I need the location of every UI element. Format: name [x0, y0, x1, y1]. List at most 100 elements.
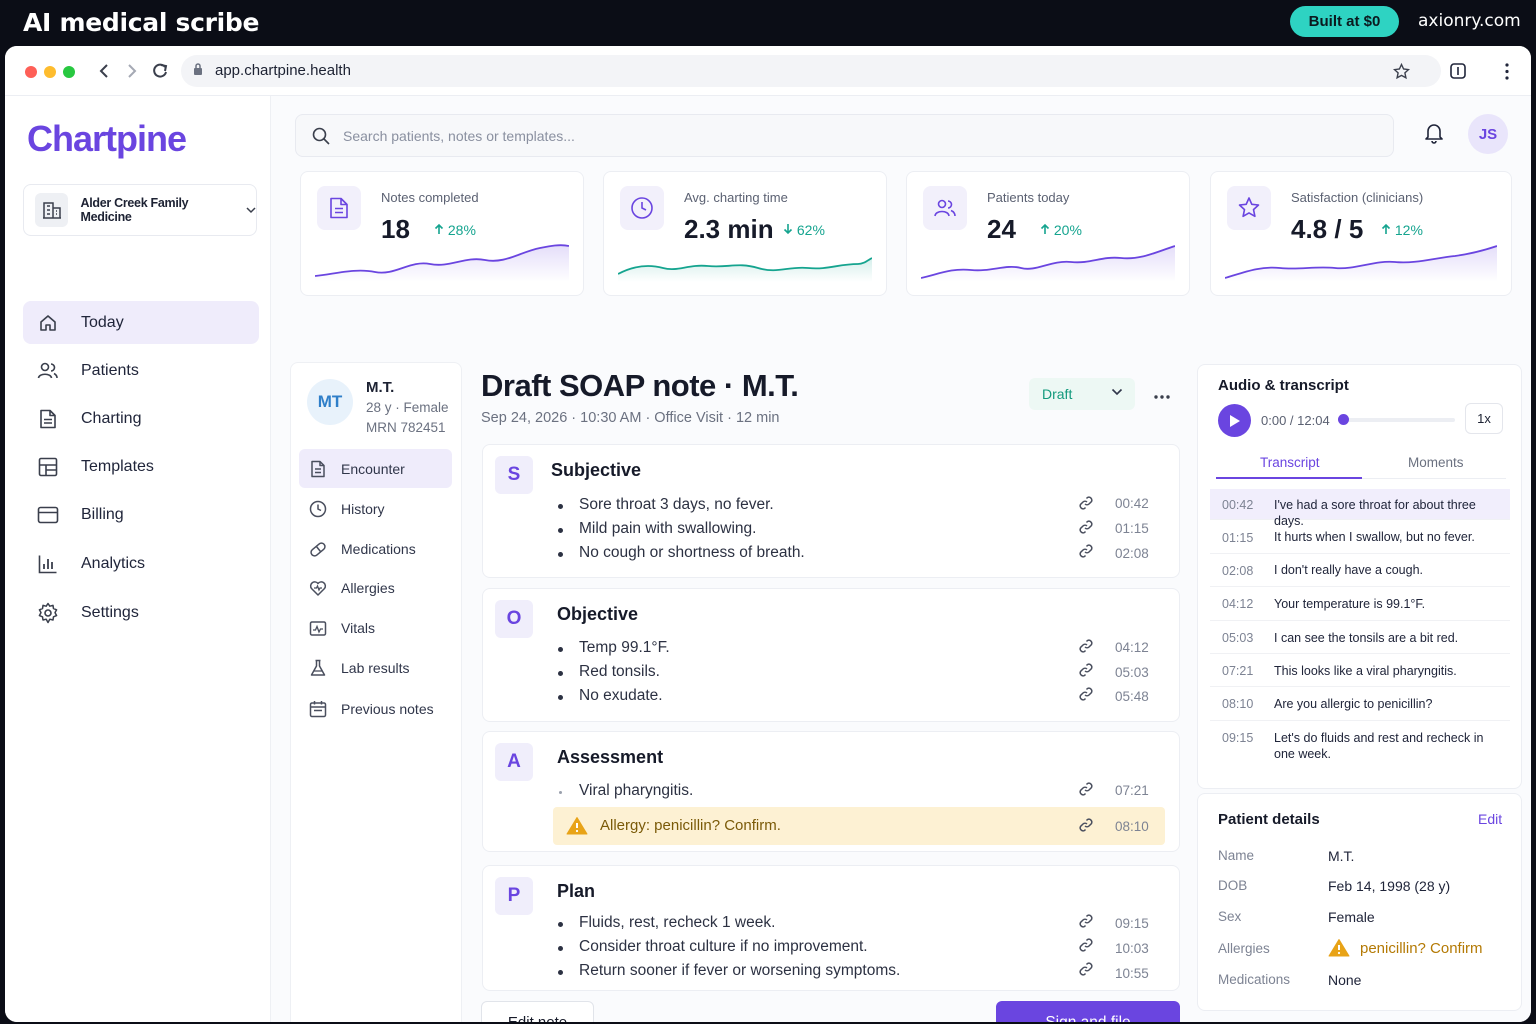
banner-domain[interactable]: axionry.com — [1418, 11, 1521, 31]
back-arrow-icon[interactable] — [97, 60, 111, 82]
nav-item-analytics[interactable]: Analytics — [23, 542, 259, 585]
transcript-row[interactable]: 07:21 This looks like a viral pharyngiti… — [1210, 654, 1510, 687]
patient-demographics: 28 y · Female — [366, 400, 449, 415]
search-input[interactable]: Search patients, notes or templates... — [295, 114, 1394, 157]
reload-icon[interactable] — [151, 60, 169, 82]
note-item[interactable]: Viral pharyngitis. — [558, 782, 693, 800]
note-item[interactable]: No exudate. — [558, 687, 663, 705]
transcript-row[interactable]: 01:15 It hurts when I swallow, but no fe… — [1210, 521, 1510, 554]
transcript-row[interactable]: 09:15 Let's do fluids and rest and reche… — [1210, 721, 1510, 771]
nav-item-today[interactable]: Today — [23, 301, 259, 344]
patient-nav-previous-notes[interactable]: Previous notes — [299, 689, 452, 728]
timestamp-link[interactable]: 01:15 — [1115, 521, 1149, 536]
note-item[interactable]: Sore throat 3 days, no fever. — [558, 496, 774, 514]
allergy-alert[interactable]: Allergy: penicillin? Confirm. 08:10 — [553, 807, 1165, 845]
nav-label: Analytics — [81, 554, 146, 572]
timestamp-link[interactable]: 10:03 — [1115, 941, 1149, 956]
link-icon[interactable] — [1078, 662, 1094, 678]
built-badge[interactable]: Built at $0 — [1290, 6, 1399, 37]
link-icon[interactable] — [1078, 781, 1094, 797]
link-icon[interactable] — [1078, 961, 1094, 977]
link-icon[interactable] — [1078, 913, 1094, 929]
note-item[interactable]: Mild pain with swallowing. — [557, 520, 756, 538]
arrow-up-icon — [1040, 223, 1050, 234]
play-button[interactable] — [1218, 404, 1251, 437]
more-options-icon[interactable] — [1153, 394, 1171, 400]
edit-details-link[interactable]: Edit — [1478, 811, 1502, 827]
nav-item-templates[interactable]: Templates — [23, 445, 259, 488]
timestamp-link[interactable]: 05:03 — [1115, 665, 1149, 680]
note-item[interactable]: Fluids, rest, recheck 1 week. — [557, 914, 775, 932]
stat-card-charting-time[interactable]: Avg. charting time 2.3 min 62% — [603, 171, 887, 296]
timestamp-link[interactable]: 10:55 — [1115, 966, 1149, 981]
link-icon[interactable] — [1078, 495, 1094, 511]
stat-change: 20% — [1040, 222, 1082, 238]
timestamp-link[interactable]: 09:15 — [1115, 916, 1149, 931]
timestamp-link[interactable]: 08:10 — [1115, 819, 1149, 834]
status-dropdown[interactable]: Draft — [1029, 378, 1135, 410]
audio-scrubber[interactable] — [1338, 414, 1349, 425]
transcript-row[interactable]: 02:08 I don't really have a cough. — [1210, 554, 1510, 587]
gear-icon — [37, 602, 59, 624]
note-item[interactable]: No cough or shortness of breath. — [558, 544, 805, 562]
transcript-row[interactable]: 08:10 Are you allergic to penicillin? — [1210, 687, 1510, 721]
edit-note-button[interactable]: Edit note — [481, 1001, 594, 1022]
soap-section-plan: P Plan Fluids, rest, recheck 1 week. Con… — [482, 865, 1180, 991]
browser-menu-icon[interactable] — [1504, 63, 1510, 80]
transcript-time: 00:42 — [1222, 498, 1254, 512]
link-icon[interactable] — [1078, 937, 1094, 953]
link-icon[interactable] — [1078, 638, 1094, 654]
nav-item-settings[interactable]: Settings — [23, 591, 259, 634]
stat-label: Notes completed — [381, 190, 479, 205]
forward-arrow-icon[interactable] — [125, 60, 139, 82]
app-logo[interactable]: Chartpine — [27, 118, 187, 160]
warning-icon — [566, 817, 588, 835]
nav-item-patients[interactable]: Patients — [23, 349, 259, 392]
clinic-selector[interactable]: Alder Creek Family Medicine — [23, 184, 257, 236]
patient-nav-lab-results[interactable]: Lab results — [299, 648, 452, 687]
link-icon[interactable] — [1078, 543, 1094, 559]
nav-item-billing[interactable]: Billing — [23, 493, 259, 536]
sign-and-file-button[interactable]: Sign and file — [996, 1001, 1180, 1022]
patient-nav-history[interactable]: History — [299, 489, 452, 528]
note-item[interactable]: Consider throat culture if no improvemen… — [558, 938, 868, 956]
transcript-row[interactable]: 00:42 I've had a sore throat for about t… — [1210, 489, 1510, 528]
bookmark-star-icon[interactable] — [1393, 63, 1410, 80]
timestamp-link[interactable]: 00:42 — [1115, 496, 1149, 511]
note-item[interactable]: Temp 99.1°F. — [558, 639, 670, 657]
playback-speed-button[interactable]: 1x — [1465, 403, 1503, 434]
document-icon — [309, 460, 327, 478]
detail-value-allergies[interactable]: penicillin? Confirm — [1360, 940, 1483, 957]
patient-nav-vitals[interactable]: Vitals — [299, 608, 452, 647]
bell-icon[interactable] — [1424, 122, 1444, 144]
maximize-window-button[interactable] — [63, 66, 75, 78]
stat-change-value: 62% — [796, 222, 825, 238]
link-icon[interactable] — [1078, 686, 1094, 702]
timestamp-link[interactable]: 02:08 — [1115, 546, 1149, 561]
timestamp-link[interactable]: 05:48 — [1115, 689, 1149, 704]
stat-card-notes[interactable]: Notes completed 18 28% — [300, 171, 584, 296]
transcript-row[interactable]: 05:03 I can see the tonsils are a bit re… — [1210, 621, 1510, 654]
audio-progress-track[interactable] — [1338, 418, 1455, 422]
patient-nav-medications[interactable]: Medications — [299, 529, 452, 568]
patient-nav-encounter[interactable]: Encounter — [299, 449, 452, 488]
nav-item-charting[interactable]: Charting — [23, 397, 259, 440]
transcript-row[interactable]: 04:12 Your temperature is 99.1°F. — [1210, 587, 1510, 621]
stat-card-patients[interactable]: Patients today 24 20% — [906, 171, 1190, 296]
stat-card-satisfaction[interactable]: Satisfaction (clinicians) 4.8 / 5 12% — [1210, 171, 1512, 296]
link-icon[interactable] — [1078, 519, 1094, 535]
tab-transcript[interactable]: Transcript — [1260, 455, 1320, 470]
patient-nav-allergies[interactable]: Allergies — [299, 568, 452, 607]
timestamp-link[interactable]: 07:21 — [1115, 783, 1149, 798]
link-icon[interactable] — [1078, 817, 1094, 833]
note-item[interactable]: Return sooner if fever or worsening symp… — [557, 962, 900, 980]
sidebar-toggle-icon[interactable] — [1450, 63, 1466, 79]
timestamp-link[interactable]: 04:12 — [1115, 640, 1149, 655]
user-avatar[interactable]: JS — [1468, 114, 1508, 154]
note-item[interactable]: Red tonsils. — [558, 663, 660, 681]
tab-moments[interactable]: Moments — [1408, 455, 1464, 470]
close-window-button[interactable] — [25, 66, 37, 78]
transcript-time: 05:03 — [1222, 631, 1254, 645]
minimize-window-button[interactable] — [44, 66, 56, 78]
address-bar[interactable]: app.chartpine.health — [181, 55, 1441, 87]
